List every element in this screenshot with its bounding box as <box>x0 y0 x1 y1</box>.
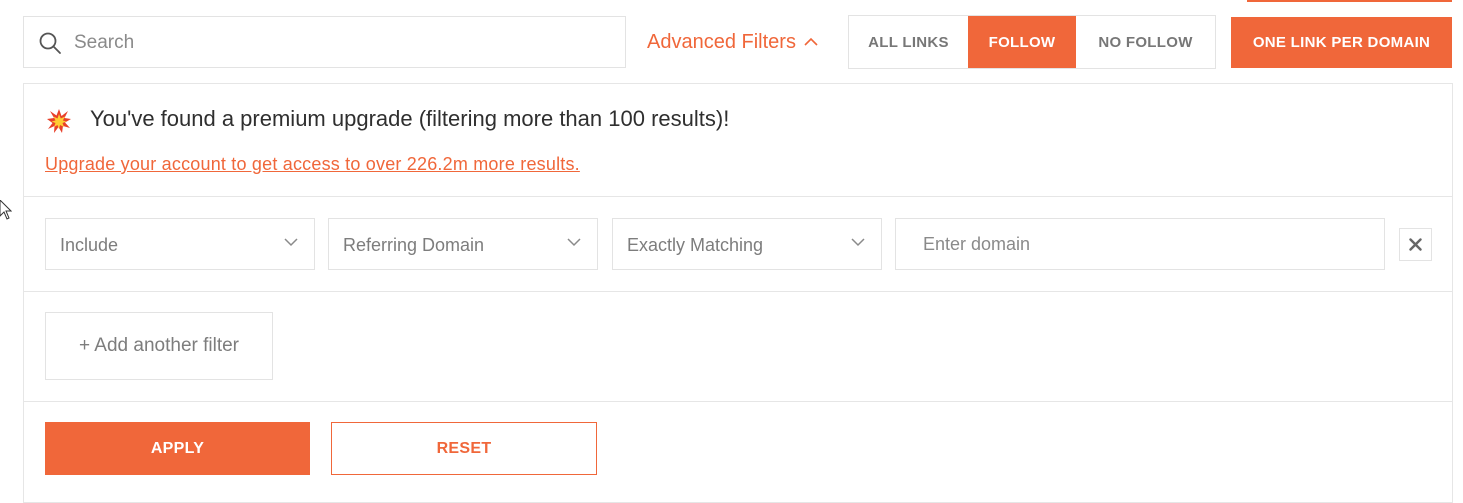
search-input[interactable] <box>72 17 616 69</box>
divider <box>24 196 1452 197</box>
search-icon <box>39 32 61 54</box>
match-type-select[interactable]: Exactly Matching <box>612 218 882 270</box>
include-select-value: Include <box>60 235 119 255</box>
collision-icon <box>46 108 72 139</box>
premium-message: You've found a premium upgrade (filterin… <box>90 106 730 131</box>
upgrade-account-link[interactable]: Upgrade your account to get access to ov… <box>45 154 580 175</box>
one-link-per-domain-button[interactable]: ONE LINK PER DOMAIN <box>1231 17 1452 68</box>
chevron-down-icon <box>567 238 581 247</box>
field-select[interactable]: Referring Domain <box>328 218 598 270</box>
chevron-up-icon <box>804 37 818 46</box>
all-links-button[interactable]: ALL LINKS <box>849 16 968 68</box>
divider <box>24 401 1452 402</box>
add-filter-button[interactable]: + Add another filter <box>45 312 273 380</box>
close-icon <box>1409 238 1422 251</box>
chevron-down-icon <box>851 238 865 247</box>
advanced-filters-toggle[interactable]: Advanced Filters <box>647 26 818 58</box>
top-accent-bar <box>1247 0 1452 2</box>
reset-button[interactable]: RESET <box>331 422 597 475</box>
apply-button[interactable]: APPLY <box>45 422 310 475</box>
include-select[interactable]: Include <box>45 218 315 270</box>
advanced-filters-panel: You've found a premium upgrade (filterin… <box>23 83 1453 503</box>
no-follow-button[interactable]: NO FOLLOW <box>1076 16 1215 68</box>
field-select-value: Referring Domain <box>343 235 485 255</box>
search-box[interactable] <box>23 16 626 69</box>
chevron-down-icon <box>284 238 298 247</box>
follow-button[interactable]: FOLLOW <box>968 16 1076 68</box>
domain-input[interactable] <box>895 218 1385 270</box>
mouse-cursor-icon <box>0 199 13 225</box>
link-type-selector: ALL LINKS FOLLOW NO FOLLOW <box>848 15 1216 69</box>
advanced-filters-label: Advanced Filters <box>647 30 796 53</box>
match-type-select-value: Exactly Matching <box>627 235 764 255</box>
divider <box>24 291 1452 292</box>
remove-filter-button[interactable] <box>1399 228 1432 261</box>
